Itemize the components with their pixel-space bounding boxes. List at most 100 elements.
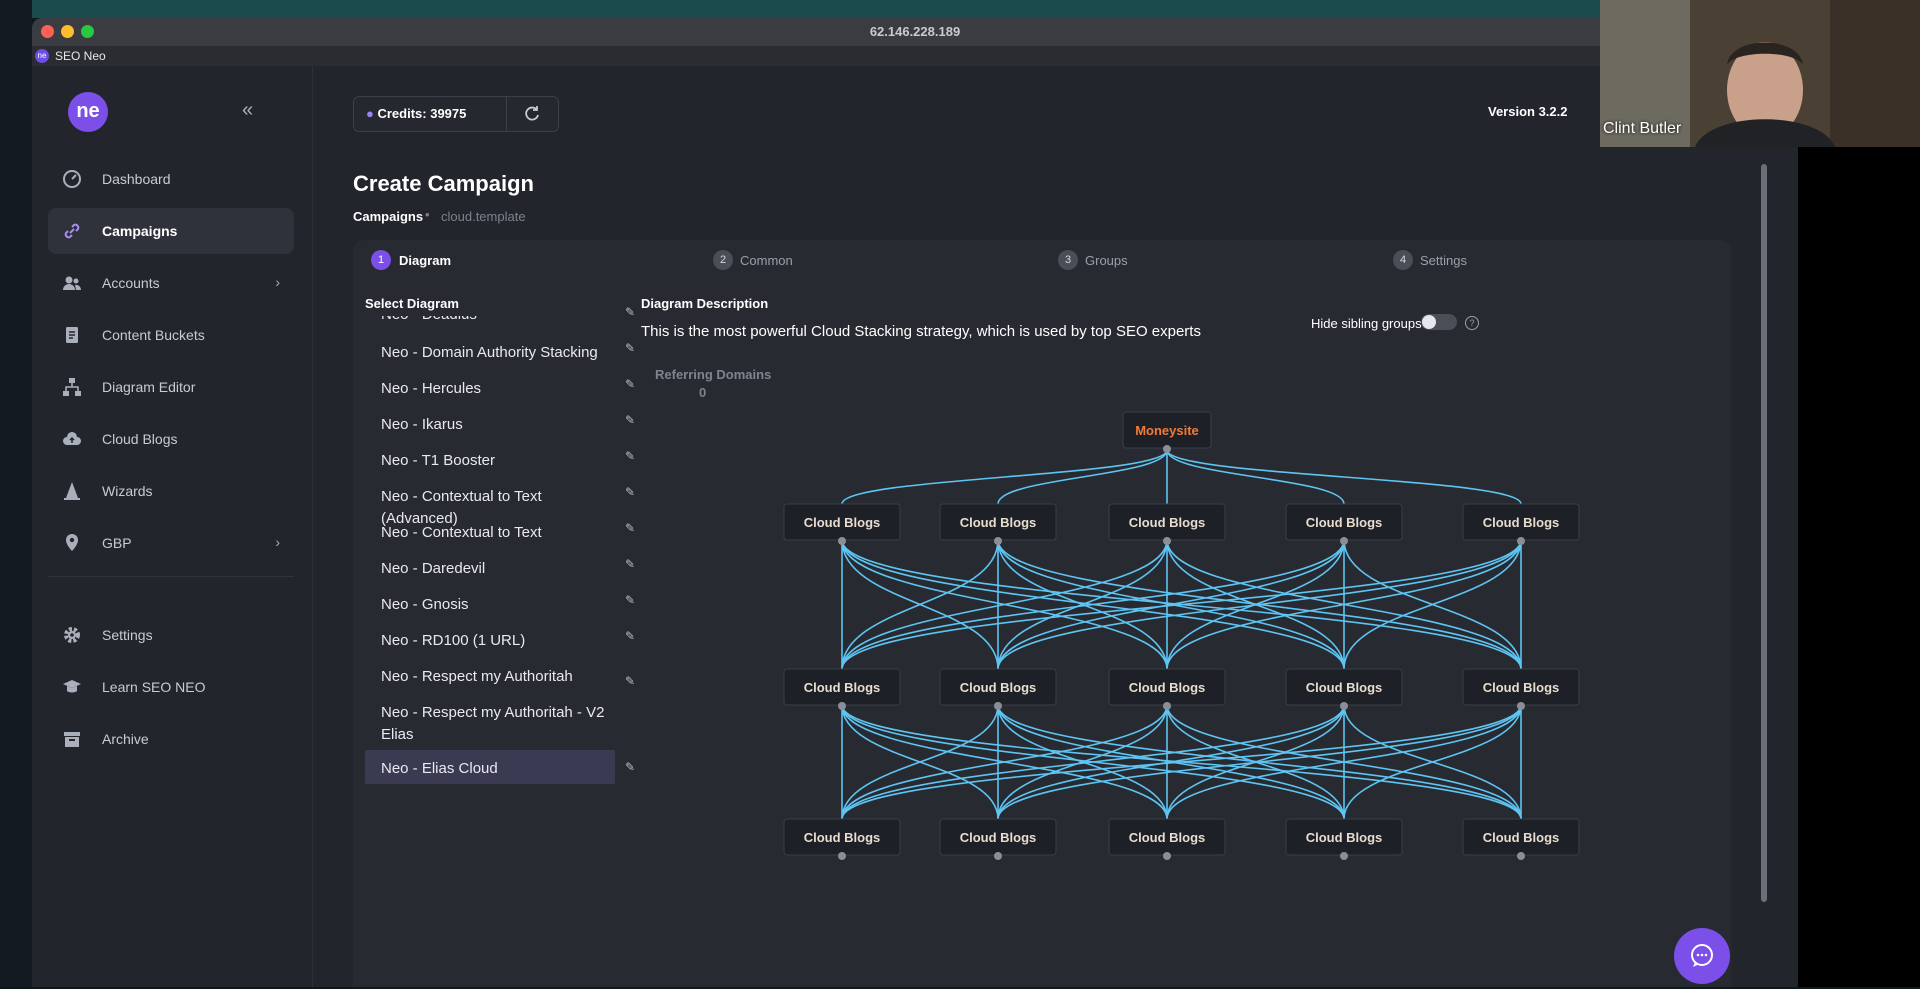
node-handle[interactable]	[1340, 852, 1348, 860]
chat-button[interactable]	[1674, 928, 1730, 984]
sidebar-item-accounts[interactable]: Accounts ›	[48, 260, 294, 306]
sidebar-item-label: Content Buckets	[102, 327, 205, 343]
diagram-node-label: Cloud Blogs	[960, 680, 1037, 695]
webcam-name-label: Clint Butler	[1603, 120, 1682, 137]
node-handle[interactable]	[1517, 852, 1525, 860]
diagram-node[interactable]: Cloud Blogs	[1108, 818, 1226, 860]
sidebar-item-label: Archive	[102, 731, 149, 747]
sidebar-item-archive[interactable]: Archive	[48, 716, 294, 762]
node-handle[interactable]	[1340, 537, 1348, 545]
node-handle[interactable]	[1340, 702, 1348, 710]
diagram-node-label: Cloud Blogs	[1306, 680, 1383, 695]
diagram-node[interactable]: Cloud Blogs	[1462, 818, 1580, 860]
credits-label: ● Credits: 39975	[366, 106, 467, 121]
diagram-node[interactable]: Cloud Blogs	[1108, 503, 1226, 545]
sidebar-item-dashboard[interactable]: Dashboard	[48, 156, 294, 202]
diagram-node[interactable]: Cloud Blogs	[783, 668, 901, 710]
diagram-link	[1166, 449, 1522, 505]
diagram-node[interactable]: Cloud Blogs	[939, 668, 1057, 710]
diagram-link	[997, 539, 1522, 670]
diagram-node[interactable]: Cloud Blogs	[939, 503, 1057, 545]
diagram-node[interactable]: Moneysite	[1122, 411, 1212, 453]
node-handle[interactable]	[1163, 537, 1171, 545]
diagram-node[interactable]: Cloud Blogs	[1462, 503, 1580, 545]
sidebar-item-diagram-editor[interactable]: Diagram Editor	[48, 364, 294, 410]
diagram-node[interactable]: Cloud Blogs	[939, 818, 1057, 860]
sidebar-item-learn-seo-neo[interactable]: Learn SEO NEO	[48, 664, 294, 710]
hierarchy-icon	[63, 378, 81, 396]
diagram-node-label: Cloud Blogs	[960, 515, 1037, 530]
diagram-node[interactable]: Cloud Blogs	[1462, 668, 1580, 710]
credits-divider	[506, 97, 507, 131]
diagram-node-label: Cloud Blogs	[960, 830, 1037, 845]
sidebar-item-content-buckets[interactable]: Content Buckets	[48, 312, 294, 358]
node-handle[interactable]	[1163, 445, 1171, 453]
sidebar-item-wizards[interactable]: Wizards	[48, 468, 294, 514]
sidebar-item-label: Wizards	[102, 483, 153, 499]
refresh-icon[interactable]	[522, 104, 542, 124]
webcam-overlay: Clint Butler	[1600, 0, 1920, 147]
diagram-node-label: Cloud Blogs	[1483, 830, 1560, 845]
graduation-cap-icon	[63, 680, 81, 693]
sidebar-item-settings[interactable]: Settings	[48, 612, 294, 658]
diagram-node-label: Cloud Blogs	[1129, 680, 1206, 695]
node-handle[interactable]	[1517, 537, 1525, 545]
node-handle[interactable]	[1163, 852, 1171, 860]
link-icon	[64, 223, 80, 239]
diagram-node-label: Cloud Blogs	[1129, 515, 1206, 530]
desktop-dock-strip	[0, 0, 32, 987]
sidebar-item-label: Settings	[102, 627, 153, 643]
sidebar-item-label: Learn SEO NEO	[102, 679, 206, 695]
node-handle[interactable]	[994, 852, 1002, 860]
diagram-node[interactable]: Cloud Blogs	[1285, 818, 1403, 860]
tab-favicon-icon: ne	[35, 49, 49, 63]
sidebar-item-campaigns[interactable]: Campaigns	[48, 208, 294, 254]
sidebar-item-cloud-blogs[interactable]: Cloud Blogs	[48, 416, 294, 462]
chat-bubble-icon	[1691, 944, 1713, 967]
diagram-node[interactable]: Cloud Blogs	[783, 818, 901, 860]
diagram-link	[841, 539, 1345, 670]
diagram-node[interactable]: Cloud Blogs	[783, 503, 901, 545]
diagram-node-label: Cloud Blogs	[1483, 515, 1560, 530]
browser-window: 62.146.228.189 ne SEO Neo ne « Dashboard…	[32, 18, 1798, 987]
breadcrumb-current: cloud.template	[441, 209, 526, 224]
page-title: Create Campaign	[353, 171, 534, 196]
credits-widget: ● Credits: 39975	[353, 96, 559, 132]
breadcrumb-campaigns[interactable]: Campaigns	[353, 209, 423, 224]
location-pin-icon	[66, 534, 78, 551]
diagram-link	[997, 704, 1345, 820]
node-handle[interactable]	[838, 537, 846, 545]
campaign-card: 1 Diagram 2 Common 3 Groups 4 Settings S…	[353, 240, 1731, 987]
diagram-link	[841, 704, 1345, 820]
node-handle[interactable]	[838, 702, 846, 710]
app-logo[interactable]: ne	[68, 92, 108, 132]
breadcrumb-separator: •	[425, 207, 430, 222]
diagram-node[interactable]: Cloud Blogs	[1108, 668, 1226, 710]
node-handle[interactable]	[1517, 702, 1525, 710]
tab-title[interactable]: SEO Neo	[55, 49, 106, 63]
diagram-node-label: Moneysite	[1135, 423, 1199, 438]
node-handle[interactable]	[994, 537, 1002, 545]
node-handle[interactable]	[994, 702, 1002, 710]
node-handle[interactable]	[838, 852, 846, 860]
collapse-sidebar-icon[interactable]: «	[242, 99, 253, 122]
diagram-link	[1166, 449, 1345, 505]
diagram-node[interactable]: Cloud Blogs	[1285, 503, 1403, 545]
chevron-right-icon: ›	[275, 274, 280, 290]
campaign-diagram: Moneysite Cloud Blogs Cloud Blogs Cloud Blo…	[783, 411, 1580, 860]
page-scrollbar[interactable]	[1761, 164, 1767, 902]
sidebar-item-label: Cloud Blogs	[102, 431, 178, 447]
sidebar-item-label: GBP	[102, 535, 132, 551]
diagram-node[interactable]: Cloud Blogs	[1285, 668, 1403, 710]
sidebar-item-gbp[interactable]: GBP ›	[48, 520, 294, 566]
window-titlebar: 62.146.228.189	[32, 18, 1798, 46]
diagram-link	[997, 539, 1168, 670]
diagram-node-label: Cloud Blogs	[804, 515, 881, 530]
sidebar-item-label: Dashboard	[102, 171, 171, 187]
diagram-link	[841, 539, 1522, 670]
diagram-node-label: Cloud Blogs	[1306, 830, 1383, 845]
node-handle[interactable]	[1163, 702, 1171, 710]
diagram-node-label: Cloud Blogs	[1129, 830, 1206, 845]
sidebar-item-label: Campaigns	[102, 223, 178, 239]
address-url[interactable]: 62.146.228.189	[32, 24, 1798, 39]
